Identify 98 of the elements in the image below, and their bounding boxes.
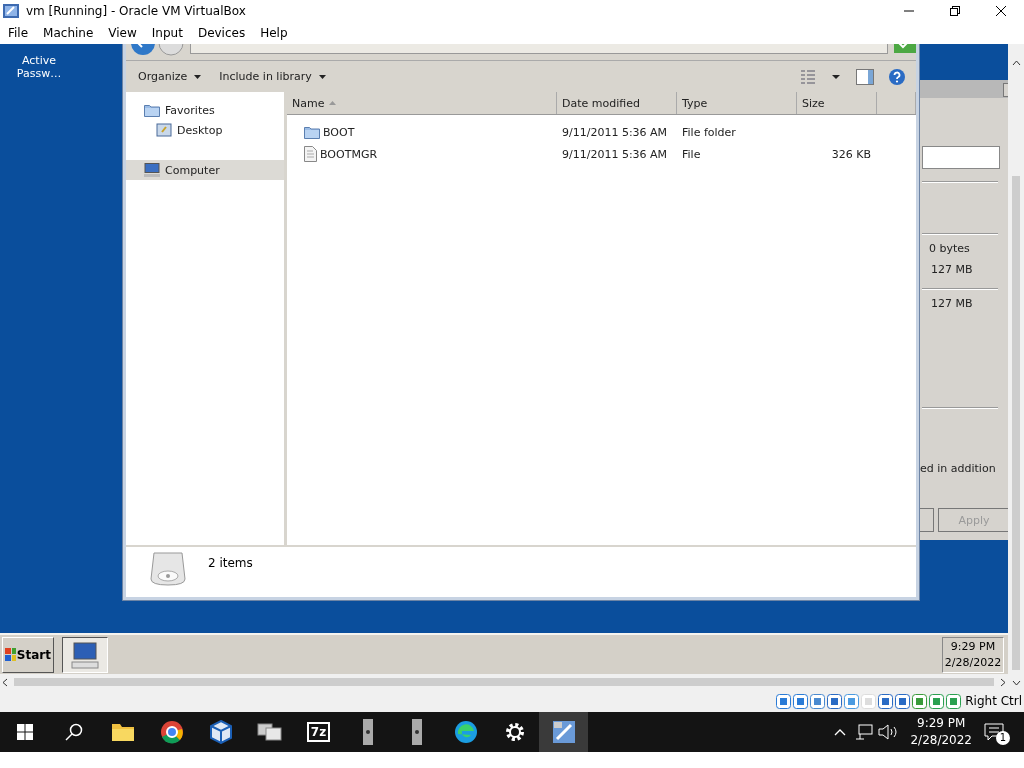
file-name: BOOT — [323, 125, 355, 139]
nav-item[interactable]: Computer — [126, 160, 284, 180]
bar-icon — [411, 719, 422, 745]
file-size: 326 KB — [831, 147, 871, 161]
dialog-close-button[interactable] — [1003, 83, 1008, 97]
menu-item[interactable]: Machine — [37, 26, 100, 40]
window-title: vm [Running] - Oracle VM VirtualBox — [26, 4, 247, 18]
nav-item-label: Favorites — [165, 103, 215, 117]
scroll-down-icon[interactable] — [1011, 680, 1021, 686]
column-header-label: Type — [682, 96, 708, 110]
device-status-icon[interactable] — [776, 693, 792, 709]
dialog-button[interactable] — [920, 508, 934, 532]
taskbar-window-button[interactable] — [62, 636, 108, 673]
column-header-label: Name — [292, 96, 325, 110]
toolbar-button[interactable]: Organize — [136, 68, 204, 85]
device-status-icon[interactable] — [810, 693, 826, 709]
notification-icon — [984, 723, 1004, 741]
folder-icon — [304, 125, 320, 139]
menu-item[interactable]: Input — [145, 26, 189, 40]
date-modified: 9/11/2011 5:36 AM — [562, 125, 668, 139]
taskbar-app[interactable]: 7z — [294, 712, 343, 752]
device-status-icon[interactable] — [946, 693, 962, 709]
computer-icon — [71, 640, 99, 669]
file-type: File — [682, 147, 701, 161]
device-status-icon[interactable] — [827, 693, 843, 709]
host-key-label: Right Ctrl — [965, 694, 1022, 708]
folder-icon — [110, 722, 135, 742]
cube-icon — [209, 720, 232, 744]
clock-date: 2/28/2022 — [944, 654, 1002, 671]
clock-time: 9:29 PM — [917, 715, 966, 732]
nav-item[interactable]: Favorites — [126, 100, 284, 120]
search-icon — [64, 723, 83, 741]
menu-item[interactable]: View — [102, 26, 143, 40]
network-icon[interactable] — [855, 724, 874, 740]
notification-count: 1 — [996, 731, 1010, 745]
column-header[interactable]: Name — [287, 92, 557, 114]
nav-item[interactable]: Desktop — [126, 120, 284, 140]
file-type: File folder — [682, 125, 736, 139]
help-icon[interactable] — [888, 67, 906, 86]
menu-item[interactable]: Help — [254, 26, 294, 40]
size-value: 127 MB — [931, 263, 973, 276]
column-header-label: Size — [802, 96, 825, 110]
windows-logo-icon — [16, 724, 33, 740]
file-name: BOOTMGR — [320, 147, 378, 161]
close-icon — [995, 5, 1007, 17]
text-field[interactable] — [922, 146, 1000, 169]
toolbar-button[interactable]: Include in library — [217, 68, 328, 85]
date-modified: 9/11/2011 5:36 AM — [562, 147, 668, 161]
desktop-icon — [156, 123, 172, 137]
menu-item[interactable]: File — [2, 26, 35, 40]
virtual-machine-icon — [551, 720, 576, 744]
favorites-folder-icon — [144, 103, 160, 117]
archiver-icon: 7z — [306, 722, 331, 742]
nav-item-label: Computer — [165, 163, 220, 177]
vertical-scrollbar[interactable] — [1008, 44, 1024, 690]
scroll-up-icon[interactable] — [1011, 60, 1021, 66]
column-header[interactable]: Type — [677, 92, 797, 114]
chevron-up-icon[interactable] — [834, 728, 847, 736]
desktop-icon-label[interactable]: Active Passw… — [10, 54, 68, 80]
preview-pane-icon[interactable] — [856, 68, 874, 85]
monitors-icon — [256, 721, 283, 743]
scroll-left-icon[interactable] — [2, 677, 8, 687]
restore-icon — [950, 6, 960, 16]
caret-icon — [318, 74, 326, 79]
windows-flag-icon — [5, 647, 16, 662]
browser-icon — [159, 720, 184, 744]
clock-time: 9:29 PM — [950, 638, 996, 655]
nav-item-label: Desktop — [177, 123, 223, 137]
device-status-icon[interactable] — [895, 693, 911, 709]
volume-icon[interactable] — [878, 724, 899, 740]
computer-icon — [144, 163, 160, 177]
device-status-icon[interactable] — [912, 693, 928, 709]
settings-icon — [503, 721, 526, 743]
device-status-icon[interactable] — [793, 693, 809, 709]
bar-icon — [362, 719, 373, 745]
sort-arrow-icon — [329, 101, 337, 105]
dropdown-arrow-icon[interactable] — [832, 74, 840, 79]
dialog-text: ed in addition — [920, 462, 996, 475]
clock-date: 2/28/2022 — [910, 732, 972, 749]
item-count: 2 items — [208, 556, 253, 570]
taskbar-app[interactable] — [539, 712, 588, 752]
caret-icon — [194, 74, 202, 79]
scroll-right-icon[interactable] — [1000, 677, 1006, 687]
clock[interactable]: 9:29 PM 2/28/2022 — [942, 636, 1004, 673]
column-header-label: Date modified — [562, 96, 640, 110]
system-clock[interactable]: 9:29 PM 2/28/2022 — [910, 715, 972, 749]
file-icon — [304, 146, 317, 162]
size-value: 127 MB — [931, 297, 973, 310]
start-button[interactable]: Start — [2, 636, 54, 673]
file-row[interactable]: BOOTMGR 9/11/2011 5:36 AM File 326 KB — [287, 143, 916, 165]
size-value: 0 bytes — [929, 242, 970, 255]
menu-item[interactable]: Devices — [191, 26, 252, 40]
device-status-icon[interactable] — [929, 693, 945, 709]
device-status-icon[interactable] — [844, 693, 860, 709]
file-row[interactable]: BOOT 9/11/2011 5:36 AM File folder — [287, 121, 916, 143]
column-header[interactable]: Size — [797, 92, 877, 114]
device-status-icon[interactable] — [878, 693, 894, 709]
column-header[interactable]: Date modified — [557, 92, 677, 114]
